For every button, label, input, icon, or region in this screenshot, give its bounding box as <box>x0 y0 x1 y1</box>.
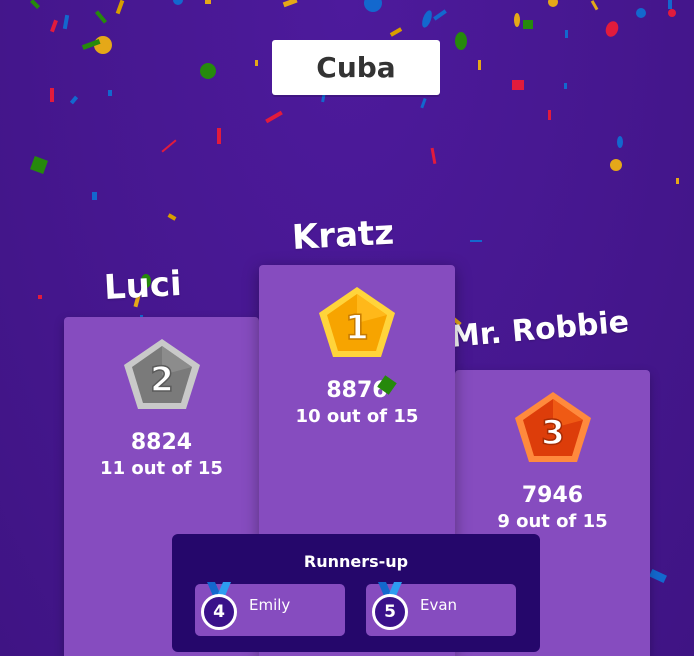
third-place-rank: 3 <box>541 413 565 453</box>
podium-screen: Cuba Luci Kratz Mr. Robbie 2 8824 11 out… <box>0 0 694 656</box>
bronze-medal-icon: 3 <box>514 392 591 462</box>
first-place-name: Kratz <box>290 212 396 258</box>
second-place-name: Luci <box>102 263 183 308</box>
third-place-correct: 9 out of 15 <box>497 511 608 532</box>
second-place-score: 8824 <box>130 430 193 455</box>
second-place-rank: 2 <box>150 360 174 400</box>
runner-up-item: 4 Emily <box>195 582 345 636</box>
gold-medal-icon: 1 <box>319 287 395 357</box>
quiz-title-box: Cuba <box>272 40 440 95</box>
runner-rank-badge: 5 <box>372 594 408 630</box>
first-place-correct: 10 out of 15 <box>295 406 419 427</box>
first-place-rank: 1 <box>345 308 369 348</box>
third-place-score: 7946 <box>521 483 584 508</box>
runners-up-panel: Runners-up 4 Emily 5 Evan <box>172 534 540 652</box>
quiz-title: Cuba <box>316 51 396 84</box>
runner-up-item: 5 Evan <box>366 582 516 636</box>
runner-rank-badge: 4 <box>201 594 237 630</box>
second-place-correct: 11 out of 15 <box>100 458 223 479</box>
first-place-score: 8876 <box>326 378 388 403</box>
runner-name: Evan <box>420 596 458 614</box>
silver-medal-icon: 2 <box>123 339 200 409</box>
runner-name: Emily <box>249 596 291 614</box>
runners-up-title: Runners-up <box>303 552 409 571</box>
